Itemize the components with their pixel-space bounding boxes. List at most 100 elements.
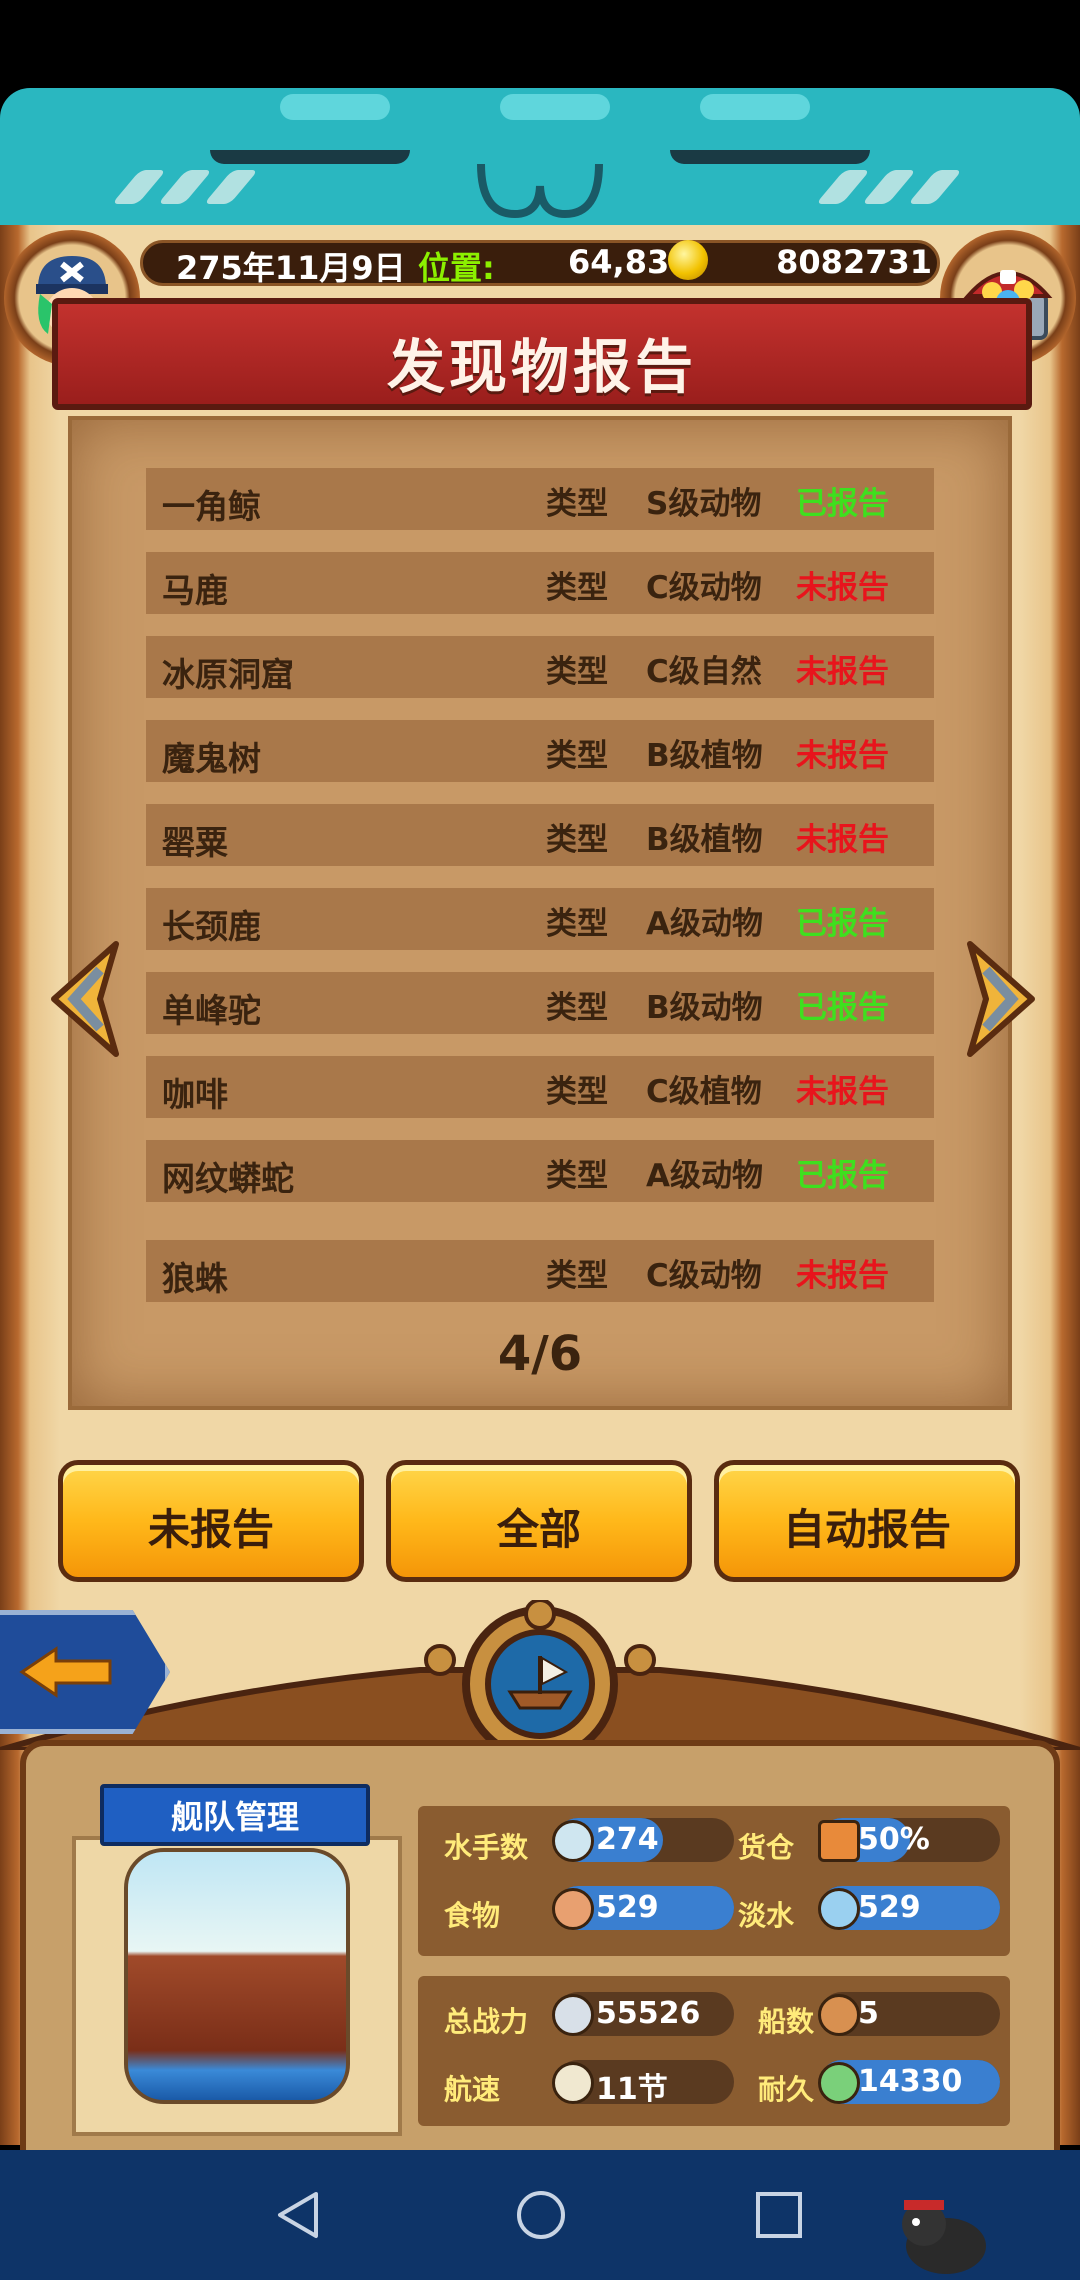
discovery-type: C级动物 <box>646 570 762 606</box>
durability-value: 14330 <box>858 2064 963 2099</box>
food-value: 529 <box>596 1890 659 1925</box>
all-filter-label: 全部 <box>496 1505 581 1554</box>
food-label: 食物 <box>444 1899 501 1932</box>
report-status: 已报告 <box>796 990 889 1026</box>
report-status: 未报告 <box>796 822 889 858</box>
meat-icon <box>552 1888 594 1930</box>
discovery-name: 咖啡 <box>162 1075 228 1114</box>
sailors-label: 水手数 <box>444 1831 529 1864</box>
unreported-filter-label: 未报告 <box>147 1505 274 1554</box>
cargo-label: 货仓 <box>738 1831 795 1864</box>
back-arrow-icon <box>19 1646 112 1698</box>
nav-home-icon[interactable] <box>514 2188 568 2242</box>
report-status: 未报告 <box>796 654 889 690</box>
discovery-type: C级植物 <box>646 1074 762 1110</box>
report-status: 未报告 <box>796 738 889 774</box>
game-date: 275年11月9日 <box>176 249 406 287</box>
list-item[interactable]: 长颈鹿 类型 A级动物 已报告 <box>146 888 934 950</box>
ships-value: 5 <box>858 1996 879 2031</box>
discovery-type: B级植物 <box>646 738 763 774</box>
cat-ear-left <box>280 94 390 120</box>
arrow-left-icon[interactable] <box>48 940 120 1058</box>
status-bar-area <box>0 0 1080 88</box>
cat-face-banner <box>0 88 1080 228</box>
discovery-name: 罂粟 <box>162 823 228 862</box>
report-status: 未报告 <box>796 570 889 606</box>
fleet-title: 舰队管理 <box>170 1798 299 1836</box>
type-label: 类型 <box>546 906 608 942</box>
water-jug-icon <box>818 1888 860 1930</box>
list-item[interactable]: 网纹蟒蛇 类型 A级动物 已报告 <box>146 1140 934 1202</box>
cat-ear-mid <box>500 94 610 120</box>
discovery-type: S级动物 <box>646 486 762 522</box>
sailors-value: 274 <box>596 1822 659 1857</box>
discovery-type: A级动物 <box>646 906 763 942</box>
type-label: 类型 <box>546 1158 608 1194</box>
type-label: 类型 <box>546 822 608 858</box>
list-item[interactable]: 冰原洞窟 类型 C级自然 未报告 <box>146 636 934 698</box>
auto-report-label: 自动报告 <box>782 1505 951 1554</box>
discovery-name: 网纹蟒蛇 <box>162 1159 294 1198</box>
nav-recent-icon[interactable] <box>752 2188 806 2242</box>
type-label: 类型 <box>546 570 608 606</box>
ship-icon[interactable] <box>504 1646 576 1718</box>
sword-icon <box>552 1994 594 2036</box>
report-status: 已报告 <box>796 1158 889 1194</box>
list-item[interactable]: 魔鬼树 类型 B级植物 未报告 <box>146 720 934 782</box>
discovery-type: C级动物 <box>646 1258 762 1294</box>
discovery-name: 长颈鹿 <box>162 907 261 946</box>
boat-icon <box>818 1994 860 2036</box>
list-item[interactable]: 咖啡 类型 C级植物 未报告 <box>146 1056 934 1118</box>
pet-boar-icon[interactable] <box>884 2188 1004 2278</box>
cat-eye-right <box>670 150 870 164</box>
discovery-name: 魔鬼树 <box>162 739 261 778</box>
list-item[interactable]: 马鹿 类型 C级动物 未报告 <box>146 552 934 614</box>
cat-stripe <box>861 170 917 204</box>
cat-stripe <box>203 170 259 204</box>
type-label: 类型 <box>546 1074 608 1110</box>
nav-back-icon[interactable] <box>272 2188 326 2242</box>
page-title: 发现物报告 <box>386 333 697 401</box>
cat-stripe <box>111 170 167 204</box>
cat-stripe <box>157 170 213 204</box>
position-value: 64,83 <box>568 243 670 281</box>
position-label: 位置: <box>418 249 495 287</box>
durability-label: 耐久 <box>758 2073 815 2106</box>
sailor-icon <box>552 1820 594 1862</box>
sail-icon <box>552 2062 594 2104</box>
cat-stripe <box>907 170 963 204</box>
cargo-value: 50% <box>858 1822 930 1857</box>
gold-amount: 8082731 <box>776 243 932 281</box>
cargo-icon <box>818 1820 860 1862</box>
ships-label: 船数 <box>758 2005 815 2038</box>
water-label: 淡水 <box>738 1899 795 1932</box>
type-label: 类型 <box>546 738 608 774</box>
discovery-type: A级动物 <box>646 1158 763 1194</box>
list-item[interactable]: 罂粟 类型 B级植物 未报告 <box>146 804 934 866</box>
repair-icon <box>818 2062 860 2104</box>
type-label: 类型 <box>546 1258 608 1294</box>
page-indicator: 4/6 <box>497 1326 583 1382</box>
arrow-right-icon[interactable] <box>966 940 1038 1058</box>
type-label: 类型 <box>546 486 608 522</box>
power-label: 总战力 <box>444 2005 529 2038</box>
discovery-type: B级动物 <box>646 990 763 1026</box>
report-status: 未报告 <box>796 1258 889 1294</box>
list-item[interactable]: 狼蛛 类型 C级动物 未报告 <box>146 1240 934 1302</box>
report-status: 已报告 <box>796 486 889 522</box>
list-item[interactable]: 一角鲸 类型 S级动物 已报告 <box>146 468 934 530</box>
discovery-name: 冰原洞窟 <box>162 655 294 694</box>
ship-cross-section-image[interactable] <box>124 1848 350 2104</box>
discovery-name: 狼蛛 <box>162 1259 228 1298</box>
type-label: 类型 <box>546 990 608 1026</box>
cat-mouth-icon <box>477 163 603 219</box>
cat-ear-right <box>700 94 810 120</box>
list-item[interactable]: 单峰驼 类型 B级动物 已报告 <box>146 972 934 1034</box>
discovery-name: 一角鲸 <box>162 487 261 526</box>
speed-label: 航速 <box>444 2073 501 2106</box>
cat-stripe <box>815 170 871 204</box>
discovery-name: 单峰驼 <box>162 991 261 1030</box>
report-status: 未报告 <box>796 1074 889 1110</box>
type-label: 类型 <box>546 654 608 690</box>
discovery-type: B级植物 <box>646 822 763 858</box>
